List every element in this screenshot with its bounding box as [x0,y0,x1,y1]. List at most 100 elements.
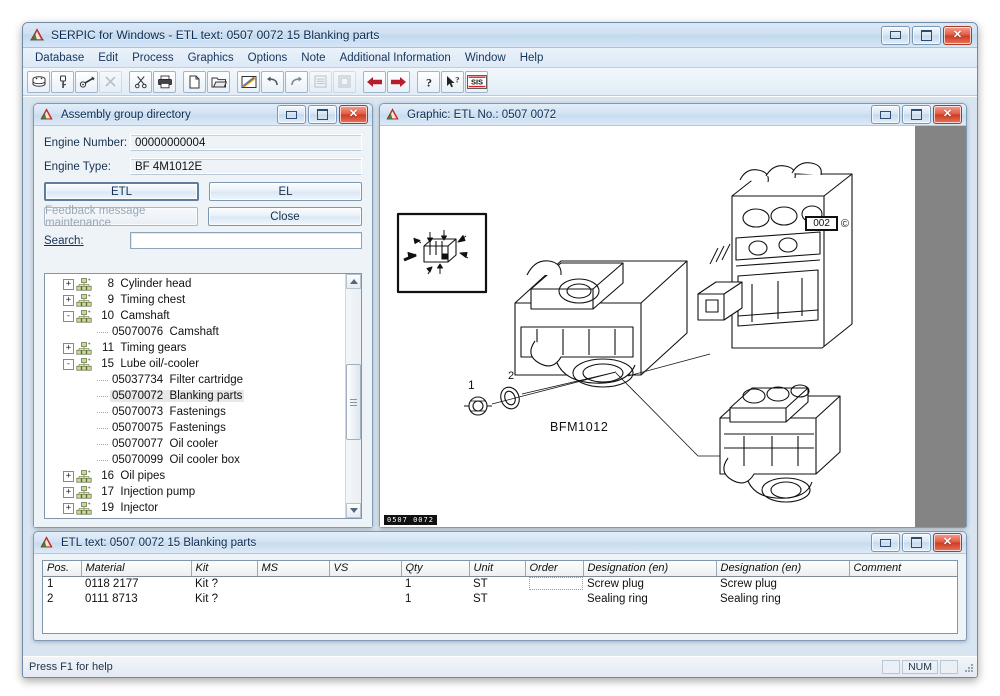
tree-node-text[interactable]: 10 Camshaft [94,310,172,322]
engine-type-value[interactable]: BF 4M1012E [130,158,362,175]
graphic-canvas[interactable]: 1 2 BFM1012 BFM1013 002 © 050 [380,126,966,527]
tree-node-text[interactable]: 05037734 Filter cartridge [110,374,245,386]
tree-leaf-node[interactable]: 05070073 Fastenings [45,404,346,420]
column-header-unit[interactable]: Unit [469,561,526,577]
expand-icon[interactable]: + [63,278,74,290]
tree-node-text[interactable]: 05070099 Oil cooler box [110,454,242,466]
maximize-button[interactable] [912,25,941,45]
close-button[interactable]: ✕ [943,25,972,45]
etl-minimize-button[interactable] [871,533,900,552]
menu-window[interactable]: Window [458,50,513,66]
tree-group-node[interactable]: ++20 Fuel filter [45,516,346,518]
scroll-down-button[interactable] [346,503,361,518]
etl-button[interactable]: ETL [44,182,199,201]
column-header-pos[interactable]: Pos. [43,561,82,577]
minimize-button[interactable] [881,25,910,45]
assembly-close-button[interactable]: ✕ [339,105,368,124]
cell-kit[interactable]: Kit ? [191,576,257,591]
cell-order[interactable] [525,591,583,606]
print-icon[interactable] [153,70,176,93]
cut-scissors-icon[interactable] [129,70,152,93]
tree-leaf-node[interactable]: 05070075 Fastenings [45,420,346,436]
assembly-maximize-button[interactable] [308,105,337,124]
graphic-minimize-button[interactable] [871,105,900,124]
graphic-maximize-button[interactable] [902,105,931,124]
menu-additional-information[interactable]: Additional Information [333,50,458,66]
tree-node-text[interactable]: 05070073 Fastenings [110,406,228,418]
engine-number-value[interactable]: 00000000004 [130,134,362,151]
tree-node-text[interactable]: 19 Injector [94,502,160,514]
tree-node-text[interactable]: 05070075 Fastenings [110,422,228,434]
tree-group-node[interactable]: - +15 Lube oil/-cooler [45,356,346,372]
table-row[interactable]: 2 0111 8713 Kit ? 1 ST Sealing ring Seal… [43,591,957,606]
column-header-designation-1[interactable]: Designation (en) [583,561,717,577]
expand-icon[interactable]: + [63,502,74,514]
cell-order[interactable] [525,576,583,591]
tree-node-text[interactable]: 05070077 Oil cooler [110,438,220,450]
forward-arrow-icon[interactable] [387,70,410,93]
tree-leaf-node[interactable]: 05070076 Camshaft [45,324,346,340]
tree-leaf-node[interactable]: 05070099 Oil cooler box [45,452,346,468]
column-header-kit[interactable]: Kit [191,561,258,577]
close-dialog-button[interactable]: Close [208,207,362,226]
tree-group-node[interactable]: + +11 Timing gears [45,340,346,356]
menu-graphics[interactable]: Graphics [181,50,241,66]
tree-node-text[interactable]: 9 Timing chest [94,294,187,306]
column-header-material[interactable]: Material [81,561,192,577]
graphic-close-button[interactable]: ✕ [933,105,962,124]
menu-options[interactable]: Options [241,50,295,66]
tree-leaf-node[interactable]: 05070077 Oil cooler [45,436,346,452]
column-header-qty[interactable]: Qty [401,561,470,577]
tree-vertical-scrollbar[interactable] [345,274,361,518]
order-input[interactable] [529,577,583,591]
cell-kit[interactable]: Kit ? [191,591,257,606]
expand-icon[interactable]: + [63,342,74,354]
tree-node-text[interactable]: 05070076 Camshaft [110,326,221,338]
graphic-page[interactable]: 1 2 BFM1012 BFM1013 002 © 050 [380,126,915,527]
back-arrow-icon[interactable] [363,70,386,93]
collapse-icon[interactable]: - [63,358,74,370]
el-button[interactable]: EL [209,182,362,201]
tree-leaf-node[interactable]: 05037734 Filter cartridge [45,372,346,388]
tree-group-node[interactable]: + +19 Injector [45,500,346,516]
menu-edit[interactable]: Edit [91,50,125,66]
color-graphics-icon[interactable] [237,70,260,93]
menu-process[interactable]: Process [125,50,181,66]
sis-icon[interactable]: SIS [465,70,488,93]
menu-database[interactable]: Database [28,50,91,66]
tree-node-text[interactable]: 11 Timing gears [94,342,188,354]
expand-icon[interactable]: + [63,470,74,482]
open-folder-icon[interactable] [207,70,230,93]
menu-help[interactable]: Help [513,50,551,66]
column-header-ms[interactable]: MS [257,561,330,577]
column-header-vs[interactable]: VS [329,561,402,577]
tree-group-node[interactable]: + +16 Oil pipes [45,468,346,484]
column-header-comment[interactable]: Comment [849,561,957,577]
tree-group-node[interactable]: + +17 Injection pump [45,484,346,500]
expand-icon[interactable]: + [63,486,74,498]
database-icon[interactable] [27,70,50,93]
etl-table-panel[interactable]: Pos. Material Kit MS VS Qty Unit Order D… [42,560,958,634]
wrench-icon[interactable] [75,70,98,93]
scrollbar-thumb[interactable] [346,364,361,440]
help-question-icon[interactable]: ? [417,70,440,93]
tree-node-text[interactable]: 15 Lube oil/-cooler [94,358,201,370]
tree-node-text[interactable]: 8 Cylinder head [94,278,193,290]
undo-icon[interactable] [261,70,284,93]
tree-group-node[interactable]: - +10 Camshaft [45,308,346,324]
etl-maximize-button[interactable] [902,533,931,552]
column-header-order[interactable]: Order [525,561,584,577]
scroll-up-button[interactable] [346,274,361,289]
search-input[interactable] [130,232,362,249]
tree-group-node[interactable]: + +8 Cylinder head [45,276,346,292]
tree-node-text[interactable]: 16 Oil pipes [94,470,167,482]
new-document-icon[interactable] [183,70,206,93]
collapse-icon[interactable]: - [63,310,74,322]
column-header-designation-2[interactable]: Designation (en) [716,561,850,577]
key-icon[interactable] [51,70,74,93]
tree-node-text[interactable]: 05070072 Blanking parts [110,390,245,402]
assembly-tree[interactable]: + +8 Cylinder head + +9 Timing chest - +10 Ca… [45,274,346,518]
tree-node-text[interactable]: 17 Injection pump [94,486,197,498]
resize-grip-icon[interactable] [962,661,974,673]
assembly-minimize-button[interactable] [277,105,306,124]
